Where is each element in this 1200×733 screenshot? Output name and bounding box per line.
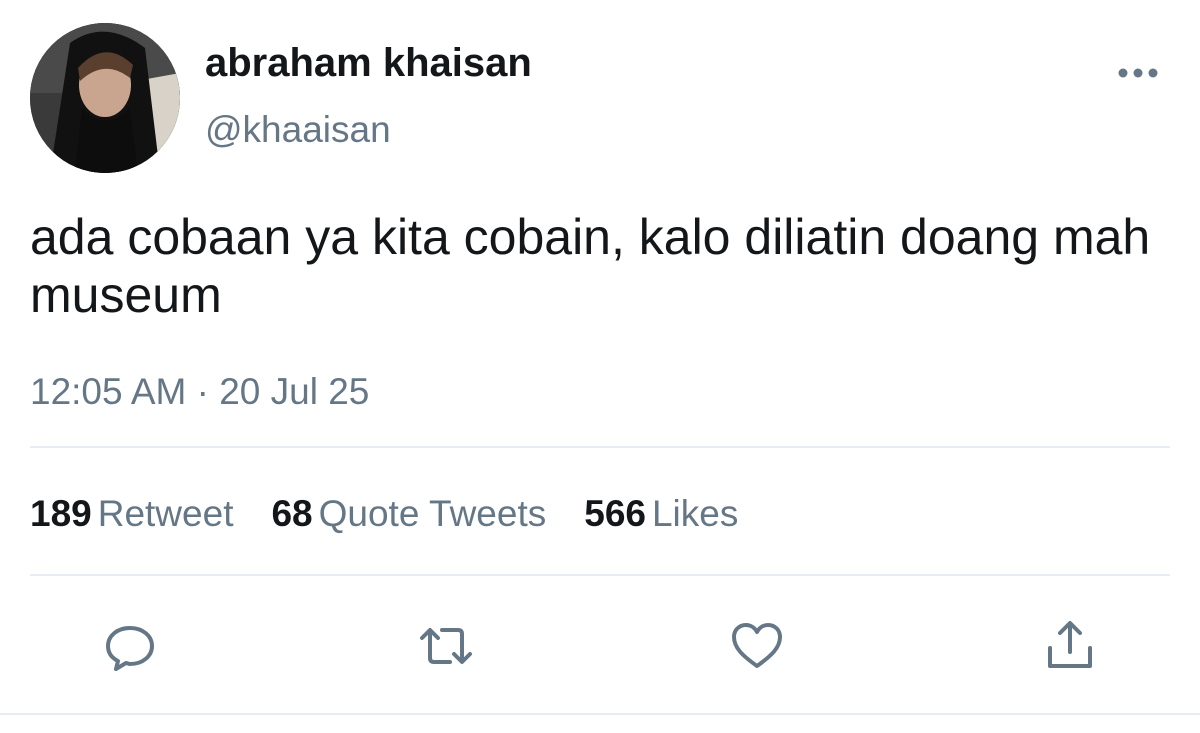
quote-tweet-count[interactable]: 68 Quote Tweets [271,492,546,536]
tweet-timestamp[interactable]: 12:05 AM · 20 Jul 25 [30,370,369,414]
display-name[interactable]: abraham khaisan [205,40,532,86]
retweet-icon [420,628,472,664]
comment-icon [106,626,154,671]
avatar-image [30,23,180,173]
like-count[interactable]: 566 Likes [584,492,738,536]
ellipsis-icon [1118,68,1158,78]
retweet-button[interactable] [418,618,474,674]
reply-button[interactable] [102,618,158,674]
quote-tweet-count-number: 68 [271,493,313,534]
more-options-button[interactable] [1112,58,1164,88]
divider [0,713,1200,715]
retweet-count-number: 189 [30,493,92,534]
divider [30,446,1170,448]
like-count-label: Likes [651,493,739,534]
quote-tweet-count-label: Quote Tweets [318,493,547,534]
heart-icon [732,623,782,668]
username[interactable]: @khaaisan [205,108,391,152]
retweet-count-label: Retweet [97,493,234,534]
tweet-stats: 189 Retweet 68 Quote Tweets 566 Likes [30,492,776,536]
like-button[interactable] [729,618,785,674]
tweet-card: abraham khaisan @khaaisan ada cobaan ya … [0,0,1200,733]
share-button[interactable] [1042,618,1098,674]
avatar[interactable] [30,23,180,173]
share-icon [1048,621,1092,668]
tweet-text: ada cobaan ya kita cobain, kalo diliatin… [30,209,1151,323]
divider [30,574,1170,576]
like-count-number: 566 [584,493,646,534]
retweet-count[interactable]: 189 Retweet [30,492,233,536]
